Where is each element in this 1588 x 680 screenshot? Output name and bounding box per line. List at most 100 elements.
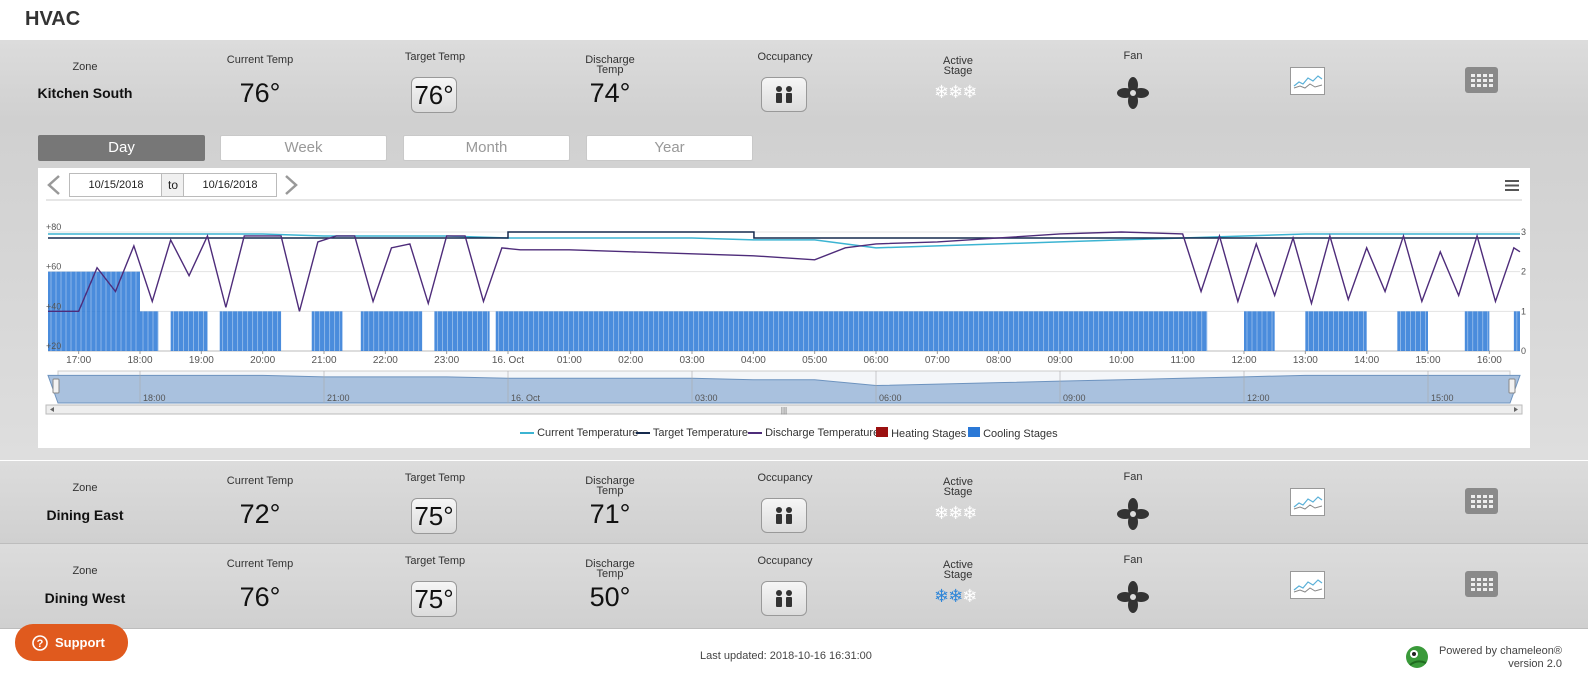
page-title: HVAC <box>25 8 81 30</box>
discharge-temp-label: Discharge Temp <box>585 54 635 76</box>
cooling-stage-bar <box>360 311 423 351</box>
schedule-button[interactable] <box>1465 67 1498 93</box>
fan-label: Fan <box>1123 471 1143 483</box>
chameleon-logo-icon <box>1406 646 1428 668</box>
cooling-stage-bar <box>1397 311 1428 351</box>
active-stage-label: Active Stage <box>943 476 973 498</box>
support-button[interactable]: ? Support <box>15 624 128 661</box>
calendar-grid-icon <box>1471 578 1493 591</box>
fan-icon <box>1117 77 1149 109</box>
cooling-stage-bar <box>1305 311 1367 351</box>
occupancy-label: Occupancy <box>757 472 813 484</box>
temperature-chart[interactable]: +80 +60 +40 +20 3 2 1 0 17:00 18:00 19:00 20:00 21:0… <box>38 168 1530 448</box>
scrollbar-grip: ||| <box>781 406 787 415</box>
navigator-tick-label: 09:00 <box>1063 393 1086 403</box>
x-tick-label: 12:00 <box>1231 355 1256 366</box>
x-tick-label: 21:00 <box>311 355 336 366</box>
x-tick-label: 04:00 <box>741 355 766 366</box>
snowflake-icon: ❄❄❄ <box>934 503 977 523</box>
y-right-tick-label: 2 <box>1521 267 1526 277</box>
tab-day[interactable]: Day <box>38 135 205 161</box>
active-stage-label: Active Stage <box>943 559 973 581</box>
y-left-tick-label: +40 <box>46 301 61 311</box>
x-tick-label: 05:00 <box>802 355 827 366</box>
target-temp-button[interactable]: 76° <box>411 77 457 113</box>
cooling-stage-bar <box>311 311 343 351</box>
trend-chart-button[interactable] <box>1290 488 1325 516</box>
y-left-tick-label: +60 <box>46 262 61 272</box>
schedule-button[interactable] <box>1465 488 1498 514</box>
active-stage-label: Active Stage <box>943 55 973 77</box>
legend-current-temperature[interactable]: Current Temperature <box>520 427 638 439</box>
tab-week[interactable]: Week <box>220 135 387 161</box>
occupancy-label: Occupancy <box>757 51 813 63</box>
x-tick-label: 13:00 <box>1293 355 1318 366</box>
zone-label: Zone <box>72 482 98 494</box>
target-temp-button[interactable]: 75° <box>411 498 457 534</box>
discharge-temp-label: Discharge Temp <box>585 475 635 497</box>
cooling-stage-bar <box>1464 311 1490 351</box>
powered-by: Powered by chameleon® version 2.0 <box>1438 645 1562 670</box>
target-temp-button[interactable]: 75° <box>411 581 457 617</box>
occupancy-label: Occupancy <box>757 555 813 567</box>
x-tick-label: 23:00 <box>434 355 459 366</box>
zone-row-dining-west[interactable]: Zone Dining West Current Temp 76° Target… <box>0 544 1588 629</box>
fan-icon <box>1117 581 1149 613</box>
tab-month[interactable]: Month <box>403 135 570 161</box>
support-label: Support <box>55 635 105 650</box>
tab-year[interactable]: Year <box>586 135 753 161</box>
navigator-tick-label: 06:00 <box>879 393 902 403</box>
target-temperature-line <box>48 231 1520 239</box>
cooling-stage-bar <box>170 311 208 351</box>
navigator-left-handle[interactable] <box>52 378 60 394</box>
legend-discharge-temperature[interactable]: Discharge Temperature <box>748 427 879 439</box>
fan-label: Fan <box>1123 554 1143 566</box>
schedule-button[interactable] <box>1465 571 1498 597</box>
y-right-tick-label: 1 <box>1521 306 1526 316</box>
x-tick-label: 07:00 <box>925 355 950 366</box>
discharge-temp-value: 71° <box>589 499 631 529</box>
help-icon: ? <box>32 635 48 651</box>
x-tick-label: 08:00 <box>986 355 1011 366</box>
legend-line-swatch <box>520 432 534 434</box>
trend-chart-icon <box>1293 496 1323 510</box>
trend-chart-button[interactable] <box>1290 67 1325 95</box>
zone-row-kitchen-south[interactable]: Zone Kitchen South Current Temp 76° Targ… <box>0 40 1588 121</box>
x-tick-label: 22:00 <box>373 355 398 366</box>
navigator-area <box>47 374 1521 404</box>
x-tick-label: 16:00 <box>1477 355 1502 366</box>
x-tick-label: 11:00 <box>1171 355 1196 366</box>
x-tick-label: 15:00 <box>1415 355 1440 366</box>
zone-name: Dining East <box>46 507 124 523</box>
legend-heating-stages[interactable]: Heating Stages <box>876 427 966 440</box>
navigator-right-handle[interactable] <box>1508 378 1516 394</box>
x-tick-label: 03:00 <box>679 355 704 366</box>
trend-chart-icon <box>1293 579 1323 593</box>
calendar-grid-icon <box>1471 495 1493 508</box>
trend-chart-button[interactable] <box>1290 571 1325 599</box>
occupancy-button[interactable] <box>761 581 807 616</box>
target-temp-label: Target Temp <box>404 472 466 484</box>
legend-line-swatch <box>636 432 650 434</box>
target-temp-label: Target Temp <box>404 51 466 63</box>
people-icon <box>776 86 792 103</box>
legend-target-temperature[interactable]: Target Temperature <box>636 427 748 439</box>
occupancy-button[interactable] <box>761 498 807 533</box>
cooling-stage-bar <box>495 311 1189 351</box>
current-temp-label: Current Temp <box>226 558 294 570</box>
zone-row-dining-east[interactable]: Zone Dining East Current Temp 72° Target… <box>0 461 1588 544</box>
discharge-temp-value: 50° <box>589 582 631 612</box>
x-tick-label: 16. Oct <box>492 355 524 366</box>
x-tick-label: 01:00 <box>557 355 582 366</box>
navigator-tick-label: 18:00 <box>143 393 166 403</box>
legend-box-swatch <box>968 427 980 437</box>
svg-text:?: ? <box>37 638 44 650</box>
discharge-temp-label: Discharge Temp <box>585 558 635 580</box>
zone-label: Zone <box>72 61 98 73</box>
occupancy-button[interactable] <box>761 77 807 112</box>
people-icon <box>776 590 792 607</box>
fan-icon <box>1117 498 1149 530</box>
legend-cooling-stages[interactable]: Cooling Stages <box>968 427 1058 440</box>
current-temp-value: 72° <box>239 499 281 529</box>
fan-label: Fan <box>1123 50 1143 62</box>
